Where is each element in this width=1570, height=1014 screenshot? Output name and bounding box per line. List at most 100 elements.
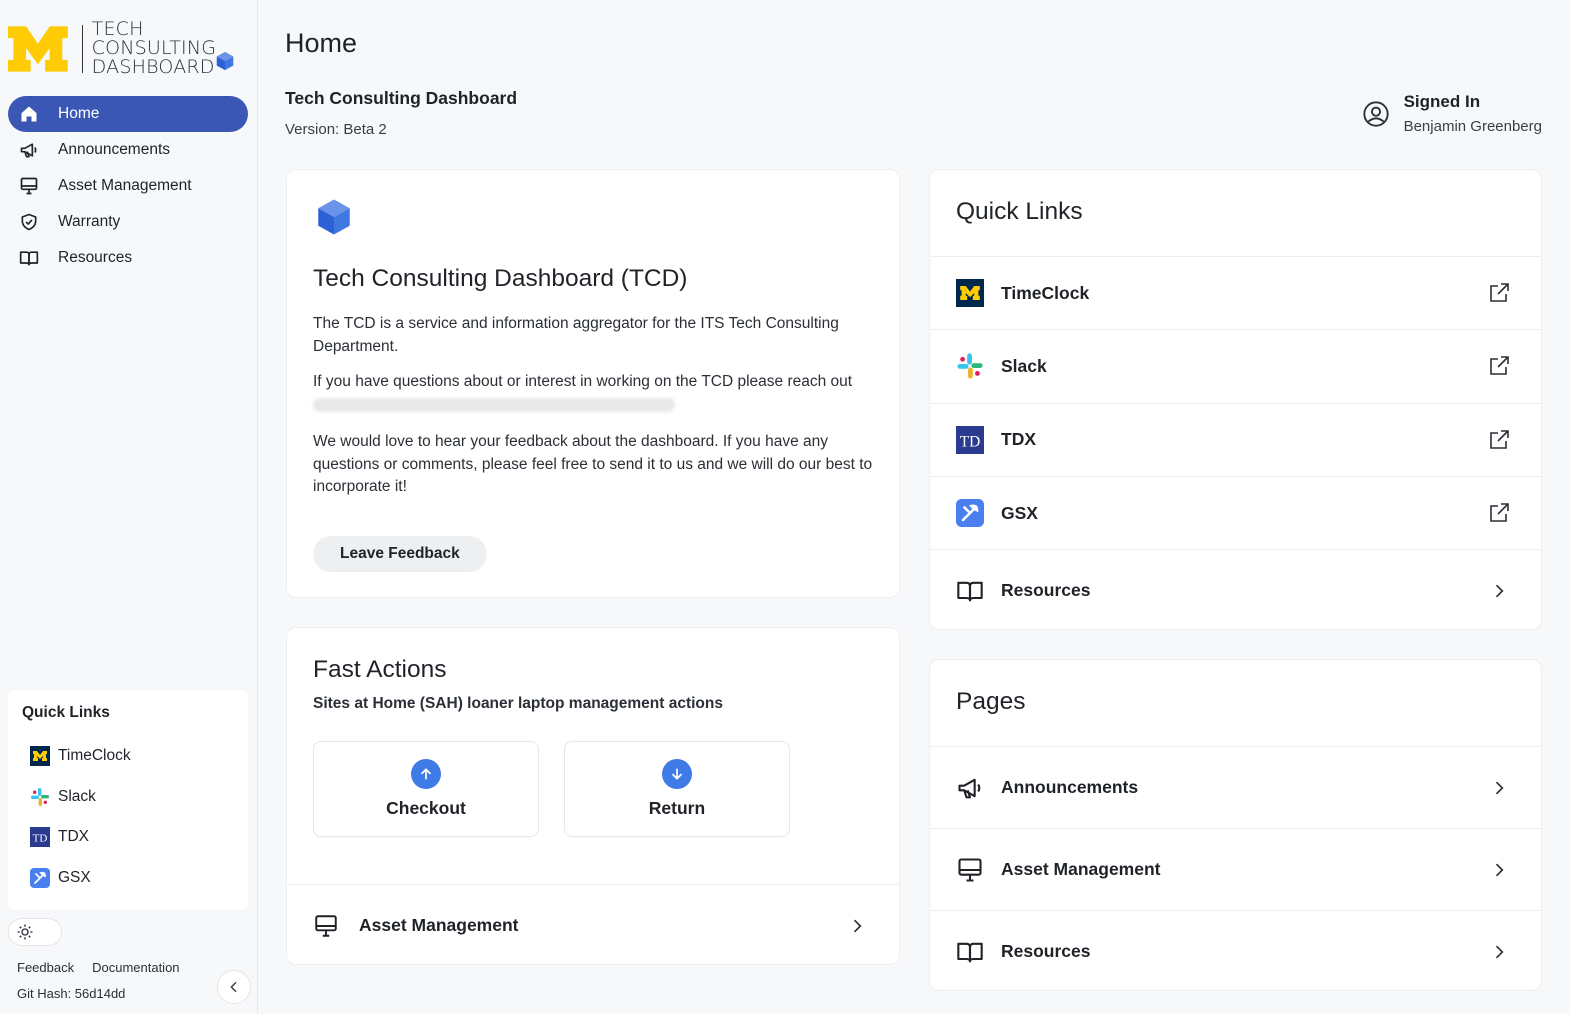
- sidebar-link-slack[interactable]: Slack: [22, 777, 234, 818]
- logo-divider: [81, 24, 83, 73]
- quick-link-gsx[interactable]: GSX: [930, 475, 1541, 549]
- monitor-icon: [958, 857, 982, 882]
- return-label: Return: [648, 798, 706, 818]
- quick-links-list: TimeClock Slack TD TDX GSX Resources: [930, 256, 1541, 631]
- user-circle-icon: [1362, 100, 1389, 127]
- leave-feedback-button[interactable]: Leave Feedback: [313, 535, 487, 572]
- tdx-icon: TD: [956, 425, 984, 454]
- arrow-down-icon: [662, 759, 692, 789]
- sidebar-quick-links: Quick Links TimeClock Slack TD TDX GSX: [8, 690, 248, 910]
- tcd-description: The TCD is a service and information agg…: [313, 315, 839, 355]
- megaphone-icon: [18, 139, 40, 161]
- slack-icon: [31, 787, 49, 806]
- shield-check-icon: [18, 211, 40, 233]
- monitor-icon: [315, 914, 337, 937]
- sidebar-link-label: Slack: [58, 787, 96, 805]
- signed-in-label: Signed In: [1403, 92, 1481, 111]
- nav-item-resources[interactable]: Resources: [8, 240, 248, 276]
- quick-link-slack[interactable]: Slack: [930, 329, 1541, 402]
- external-link-icon: [1487, 281, 1511, 305]
- page-link-label: Resources: [1001, 941, 1091, 961]
- pages-list: Announcements Asset Management Resources: [930, 746, 1541, 992]
- quick-link-timeclock[interactable]: TimeClock: [930, 256, 1541, 329]
- nav-item-warranty[interactable]: Warranty: [8, 204, 248, 240]
- page-link-asset-management[interactable]: Asset Management: [930, 828, 1541, 910]
- slack-icon: [957, 353, 983, 380]
- tcd-info-card: Tech Consulting Dashboard (TCD) The TCD …: [286, 169, 900, 598]
- app-title: Tech Consulting Dashboard: [285, 88, 518, 108]
- nav-item-home[interactable]: Home: [8, 96, 248, 132]
- nav-item-label: Resources: [58, 249, 133, 266]
- quick-links-title: Quick Links: [956, 198, 1083, 225]
- quick-link-resources[interactable]: Resources: [930, 549, 1541, 631]
- external-link-icon: [1487, 354, 1511, 378]
- gsx-icon: [956, 499, 984, 528]
- nav-item-asset-management[interactable]: Asset Management: [8, 168, 248, 204]
- chevron-right-icon: [1487, 776, 1511, 800]
- tcd-feedback-text: We would love to hear your feedback abou…: [313, 433, 873, 495]
- nav-item-label: Announcements: [58, 141, 171, 158]
- chevron-right-icon: [845, 914, 869, 938]
- tcd-contact-line: If you have questions about or interest …: [313, 373, 853, 390]
- chevron-left-icon: [230, 981, 237, 993]
- monitor-icon: [18, 175, 40, 197]
- svg-text:TD: TD: [960, 433, 981, 450]
- home-icon: [18, 103, 40, 125]
- nav-item-announcements[interactable]: Announcements: [8, 132, 248, 168]
- documentation-link[interactable]: Documentation: [92, 960, 179, 975]
- git-hash: Git Hash: 56d14dd: [17, 986, 126, 1001]
- sidebar-link-gsx[interactable]: GSX: [22, 858, 234, 899]
- user-name: Benjamin Greenberg: [1403, 118, 1542, 135]
- page-link-resources[interactable]: Resources: [930, 910, 1541, 992]
- page-link-label: Asset Management: [1001, 859, 1161, 879]
- fast-actions-title: Fast Actions: [313, 656, 447, 683]
- page-link-announcements[interactable]: Announcements: [930, 746, 1541, 828]
- theme-toggle[interactable]: [8, 918, 62, 946]
- fast-actions-card: Fast Actions Sites at Home (SAH) loaner …: [286, 627, 900, 965]
- arrow-up-icon: [411, 759, 441, 789]
- return-button[interactable]: Return: [564, 741, 790, 837]
- external-link-icon: [1487, 428, 1511, 452]
- sun-icon: [17, 924, 33, 940]
- gsx-icon: [30, 867, 50, 888]
- umich-m-icon: [956, 279, 984, 308]
- chevron-right-icon: [1487, 579, 1511, 603]
- umich-m-icon: [30, 746, 50, 767]
- quick-link-label: TDX: [1001, 429, 1036, 450]
- nav-item-label: Home: [58, 105, 100, 122]
- checkout-label: Checkout: [386, 798, 466, 818]
- checkout-button[interactable]: Checkout: [313, 741, 539, 837]
- svg-text:TD: TD: [33, 833, 48, 845]
- sidebar-link-timeclock[interactable]: TimeClock: [22, 736, 234, 777]
- quick-link-label: Resources: [1001, 580, 1091, 601]
- umich-block-m-logo: [8, 25, 68, 72]
- collapse-sidebar-button[interactable]: [217, 970, 251, 1004]
- quick-link-tdx[interactable]: TD TDX: [930, 402, 1541, 476]
- nav-item-label: Warranty: [58, 213, 121, 230]
- tdx-icon: TD: [30, 827, 50, 848]
- signed-in-user[interactable]: Signed In Benjamin Greenberg: [1362, 92, 1542, 135]
- asset-management-label: Asset Management: [359, 915, 519, 935]
- sidebar-link-tdx[interactable]: TD TDX: [22, 817, 234, 858]
- redacted-contact-info: [313, 397, 675, 412]
- main-nav: Home Announcements Asset Management Warr…: [8, 96, 248, 276]
- sidebar-quick-links-title: Quick Links: [22, 704, 110, 721]
- pages-card: Pages Announcements Asset Management Res…: [929, 659, 1542, 991]
- page-title: Home: [285, 28, 358, 58]
- fast-actions-asset-management-link[interactable]: Asset Management: [287, 884, 899, 966]
- quick-link-label: GSX: [1001, 502, 1038, 523]
- footer-links: Feedback Documentation: [17, 960, 180, 975]
- megaphone-icon: [958, 778, 981, 798]
- book-open-icon: [957, 581, 983, 602]
- fast-actions-subtitle: Sites at Home (SAH) loaner laptop manage…: [313, 695, 723, 712]
- chevron-right-icon: [1487, 858, 1511, 882]
- page-link-label: Announcements: [1001, 777, 1139, 797]
- sidebar-link-label: TimeClock: [58, 747, 131, 765]
- book-open-icon: [957, 942, 983, 962]
- external-link-icon: [1487, 501, 1511, 525]
- quick-link-label: TimeClock: [1001, 282, 1090, 303]
- feedback-link[interactable]: Feedback: [17, 960, 74, 975]
- pages-title: Pages: [956, 688, 1026, 715]
- book-open-icon: [18, 247, 40, 269]
- chevron-right-icon: [1487, 940, 1511, 964]
